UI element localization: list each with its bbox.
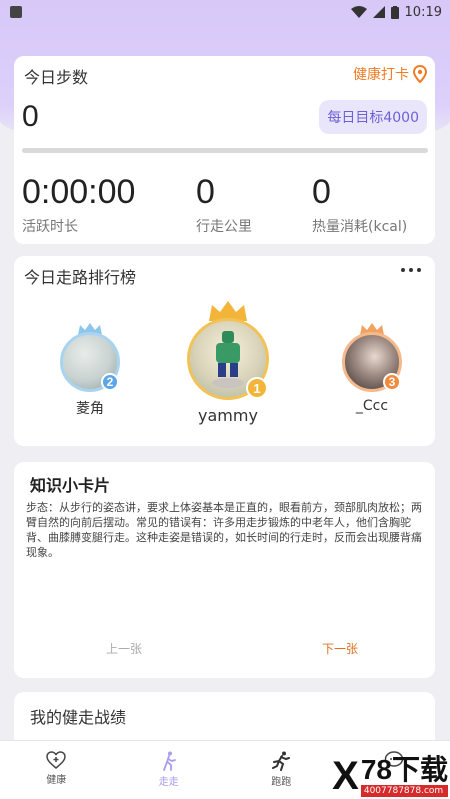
ranking-user-3[interactable]: 3 _Ccc (340, 323, 404, 414)
knowledge-title: 知识小卡片 (30, 476, 111, 495)
stat-label: 行走公里 (196, 219, 252, 235)
records-title: 我的健走战绩 (30, 708, 127, 727)
wifi-icon (350, 6, 367, 18)
rank-badge: 1 (246, 377, 268, 399)
status-bar: 10:19 (0, 0, 450, 24)
steps-progress-bar (22, 148, 428, 153)
nav-item-run[interactable]: 跑跑 (225, 741, 338, 799)
running-icon (272, 751, 291, 771)
next-card-button[interactable]: 下一张 (322, 640, 358, 657)
app-notification-icon (10, 6, 22, 18)
watermark-brand: 78下载 (360, 754, 448, 785)
ranking-user-2[interactable]: 2 菱角 (58, 323, 122, 418)
nav-item-walk[interactable]: 走走 (113, 741, 226, 799)
avatar-figure-icon (212, 331, 244, 388)
ranking-user-name: _Ccc (355, 398, 389, 414)
nav-label: 跑跑 (271, 777, 292, 788)
avatar: 2 (60, 332, 120, 392)
watermark-logo: X 78下载 4007787878.com (332, 755, 448, 797)
previous-card-button[interactable]: 上一张 (106, 640, 142, 657)
stat-label: 活跃时长 (22, 219, 78, 235)
ranking-title: 今日走路排行榜 (24, 268, 137, 287)
stat-value: 0 (312, 173, 331, 211)
stat-value: 0:00:00 (22, 173, 136, 211)
nav-item-health[interactable]: 健康 (0, 741, 113, 799)
stat-calories: 0 热量消耗(kcal) (312, 172, 407, 236)
health-checkin-button[interactable]: 健康打卡 (353, 64, 427, 84)
battery-icon (390, 5, 399, 19)
status-time: 10:19 (404, 4, 442, 20)
more-icon[interactable] (401, 268, 421, 272)
ranking-user-name: yammy (198, 406, 258, 425)
steps-count: 0 (22, 100, 39, 133)
steps-card: 今日步数 健康打卡 0 每日目标4000 0:00:00 活跃时长 0 行走公里… (14, 56, 435, 244)
signal-icon (372, 6, 385, 18)
heart-plus-icon (46, 751, 67, 769)
ranking-user-1[interactable]: 1 yammy (180, 301, 276, 425)
watermark-x-icon: X (332, 754, 359, 798)
stat-active-time: 0:00:00 活跃时长 (22, 172, 135, 236)
stat-distance: 0 行走公里 (196, 172, 252, 236)
knowledge-text: 步态：从步行的姿态讲，要求上体姿基本是正直的，眼看前方，颈部肌肉放松；两臂自然的… (26, 501, 422, 559)
rank-badge: 2 (101, 373, 119, 391)
stat-value: 0 (196, 173, 215, 211)
avatar: 1 (187, 318, 269, 400)
nav-label: 健康 (46, 775, 67, 786)
walking-icon (162, 751, 176, 771)
watermark-url: 4007787878.com (360, 785, 448, 797)
checkin-label: 健康打卡 (353, 67, 409, 83)
ranking-card: 今日走路排行榜 2 菱角 1 yammy 3 _Ccc (14, 256, 435, 446)
avatar: 3 (342, 332, 402, 392)
daily-goal-badge[interactable]: 每日目标4000 (319, 100, 427, 134)
rank-badge: 3 (383, 373, 401, 391)
nav-label: 走走 (158, 777, 179, 788)
stat-label: 热量消耗(kcal) (312, 219, 408, 235)
knowledge-card: 知识小卡片 步态：从步行的姿态讲，要求上体姿基本是正直的，眼看前方，颈部肌肉放松… (14, 462, 435, 678)
steps-title: 今日步数 (24, 68, 89, 87)
ranking-user-name: 菱角 (76, 401, 104, 417)
location-pin-icon (413, 65, 427, 83)
